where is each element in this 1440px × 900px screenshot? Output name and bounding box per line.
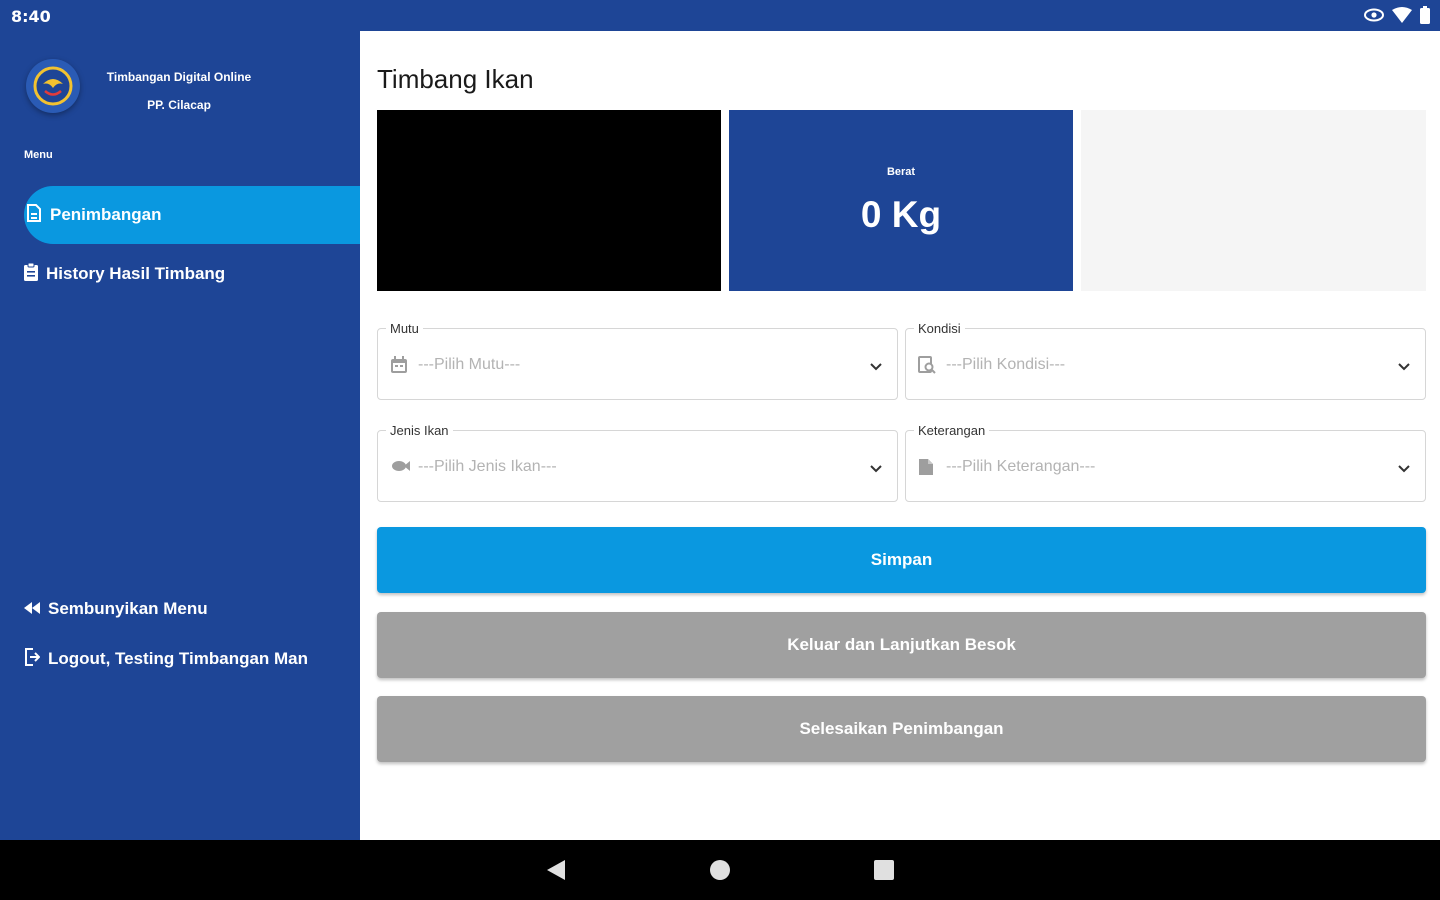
selesaikan-penimbangan-button[interactable]: Selesaikan Penimbangan (377, 696, 1426, 762)
keterangan-select[interactable]: Keterangan ---Pilih Keterangan--- (905, 423, 1426, 502)
mutu-select[interactable]: Mutu ---Pilih Mutu--- (377, 321, 898, 400)
recents-icon[interactable] (873, 858, 895, 887)
document-icon (918, 458, 934, 481)
chevron-down-icon (1397, 461, 1411, 479)
keterangan-placeholder: ---Pilih Keterangan--- (946, 458, 1096, 475)
search-doc-icon (918, 356, 936, 379)
jenis-ikan-select[interactable]: Jenis Ikan ---Pilih Jenis Ikan--- (377, 423, 898, 502)
home-icon[interactable] (709, 858, 731, 887)
keluar-lanjutkan-besok-button[interactable]: Keluar dan Lanjutkan Besok (377, 612, 1426, 678)
chevron-down-icon (869, 461, 883, 479)
photo-placeholder (1081, 110, 1426, 291)
sidebar-item-penimbangan[interactable]: Penimbangan (24, 186, 360, 244)
status-bar: 8:40 (0, 0, 1440, 31)
rewind-icon (24, 599, 40, 619)
back-icon[interactable] (545, 858, 567, 887)
sidebar-item-label: History Hasil Timbang (46, 264, 226, 283)
app-logo (26, 59, 80, 113)
eye-icon (1364, 8, 1384, 22)
jenis-ikan-placeholder: ---Pilih Jenis Ikan--- (418, 458, 557, 475)
mutu-label: Mutu (386, 321, 423, 336)
menu-label: Menu (24, 149, 53, 161)
chevron-down-icon (1397, 359, 1411, 377)
jenis-ikan-label: Jenis Ikan (386, 423, 453, 438)
kondisi-label: Kondisi (914, 321, 965, 336)
logout-label: Logout, Testing Timbangan Man (48, 649, 309, 668)
status-time: 8:40 (11, 7, 51, 26)
kondisi-select[interactable]: Kondisi ---Pilih Kondisi--- (905, 321, 1426, 400)
scale-doc-icon (26, 203, 42, 227)
logout-icon (24, 647, 41, 671)
app-title-name: Timbangan Digital Online (106, 70, 252, 84)
emblem-icon (33, 66, 73, 106)
page-title: Timbang Ikan (377, 64, 534, 94)
fish-icon (390, 458, 410, 479)
battery-icon (1420, 6, 1430, 24)
app-title-location: PP. Cilacap (147, 98, 211, 112)
mutu-placeholder: ---Pilih Mutu--- (418, 356, 521, 373)
weight-display: Berat 0 Kg (729, 110, 1073, 291)
calendar-icon (390, 356, 408, 379)
app-title: Timbangan Digital Online PP. Cilacap (98, 63, 260, 119)
chevron-down-icon (869, 359, 883, 377)
sidebar: Timbangan Digital Online PP. Cilacap Men… (0, 31, 360, 840)
sidebar-item-history[interactable]: History Hasil Timbang (24, 245, 225, 303)
weight-label: Berat (886, 166, 916, 178)
wifi-icon (1392, 7, 1412, 23)
hide-menu-label: Sembunyikan Menu (48, 599, 208, 618)
kondisi-placeholder: ---Pilih Kondisi--- (946, 356, 1066, 373)
clipboard-icon (24, 262, 38, 286)
camera-preview (377, 110, 721, 291)
simpan-button[interactable]: Simpan (377, 527, 1426, 593)
sidebar-item-label: Penimbangan (50, 205, 162, 224)
logout-button[interactable]: Logout, Testing Timbangan Man (24, 630, 308, 688)
keterangan-label: Keterangan (914, 423, 990, 438)
navigation-bar (0, 840, 1440, 900)
main-content: Timbang Ikan Berat 0 Kg Mutu ---Pilih Mu… (360, 31, 1440, 840)
weight-value: 0 Kg (860, 194, 942, 235)
